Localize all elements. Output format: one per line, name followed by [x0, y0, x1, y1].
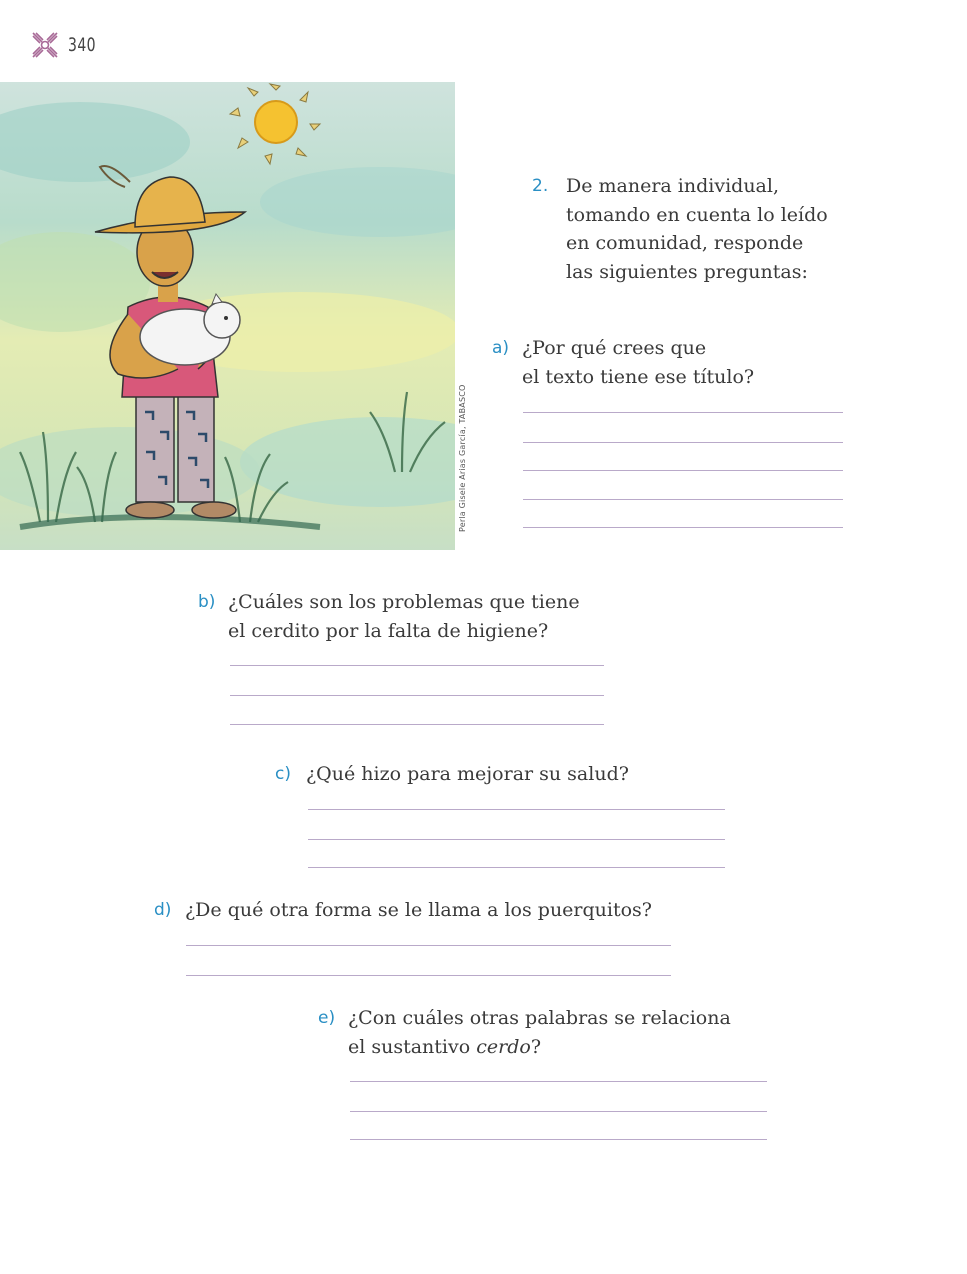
- question-a: a) ¿Por qué crees que el texto tiene ese…: [492, 334, 754, 391]
- answer-line[interactable]: [523, 442, 843, 443]
- question-e: e) ¿Con cuáles otras palabras se relacio…: [318, 1004, 731, 1061]
- instruction-line: en comunidad, responde: [566, 232, 804, 254]
- answer-line[interactable]: [350, 1111, 767, 1112]
- instruction-line: tomando en cuenta lo leído: [566, 203, 828, 226]
- activity-instruction: 2. De manera individual, tomando en cuen…: [532, 172, 828, 286]
- question-d-label: d): [154, 900, 172, 920]
- question-c: c) ¿Qué hizo para mejorar su salud?: [275, 760, 629, 789]
- question-e-suffix: ?: [530, 1035, 541, 1058]
- answer-line[interactable]: [308, 839, 725, 840]
- activity-number: 2.: [532, 176, 549, 196]
- answer-line[interactable]: [523, 499, 843, 500]
- question-b-text: el cerdito por la falta de higiene?: [228, 619, 549, 642]
- answer-line[interactable]: [308, 809, 725, 810]
- question-b-label: b): [198, 592, 216, 612]
- answer-line[interactable]: [230, 695, 604, 696]
- question-e-emphasis: cerdo: [476, 1035, 531, 1058]
- answer-line[interactable]: [350, 1081, 767, 1082]
- question-e-text: el sustantivo cerdo?: [348, 1033, 731, 1062]
- question-a-text: el texto tiene ese título?: [522, 365, 755, 388]
- question-c-label: c): [275, 764, 291, 784]
- illustration-credit: Perla Gisele Arias García, TABASCO: [458, 384, 467, 533]
- question-e-label: e): [318, 1008, 336, 1028]
- question-e-text: ¿Con cuáles otras palabras se relaciona: [348, 1007, 731, 1029]
- answer-line[interactable]: [230, 724, 604, 725]
- answer-line[interactable]: [308, 867, 725, 868]
- question-e-prefix: el sustantivo: [348, 1035, 477, 1058]
- answer-line[interactable]: [350, 1139, 767, 1140]
- question-d: d) ¿De qué otra forma se le llama a los …: [154, 896, 652, 925]
- answer-line[interactable]: [186, 975, 671, 976]
- farmer-illustration: [0, 82, 455, 550]
- question-b-text: ¿Cuáles son los problemas que tiene: [228, 591, 580, 613]
- question-d-text: ¿De qué otra forma se le llama a los pue…: [185, 899, 652, 921]
- answer-line[interactable]: [230, 665, 604, 666]
- page-header: 340: [30, 28, 102, 62]
- answer-line[interactable]: [523, 412, 843, 413]
- question-a-text: ¿Por qué crees que: [522, 337, 707, 359]
- instruction-line: las siguientes preguntas:: [566, 260, 808, 283]
- question-a-label: a): [492, 338, 510, 358]
- page-number: 340: [68, 34, 96, 56]
- answer-line[interactable]: [186, 945, 671, 946]
- answer-line[interactable]: [523, 527, 843, 528]
- question-c-text: ¿Qué hizo para mejorar su salud?: [306, 763, 629, 785]
- farmer-holding-piglet-illustration: [0, 82, 455, 550]
- answer-line[interactable]: [523, 470, 843, 471]
- instruction-line: De manera individual,: [566, 175, 779, 197]
- decorative-cross-ornament-icon: [32, 32, 58, 58]
- question-b: b) ¿Cuáles son los problemas que tiene e…: [198, 588, 580, 645]
